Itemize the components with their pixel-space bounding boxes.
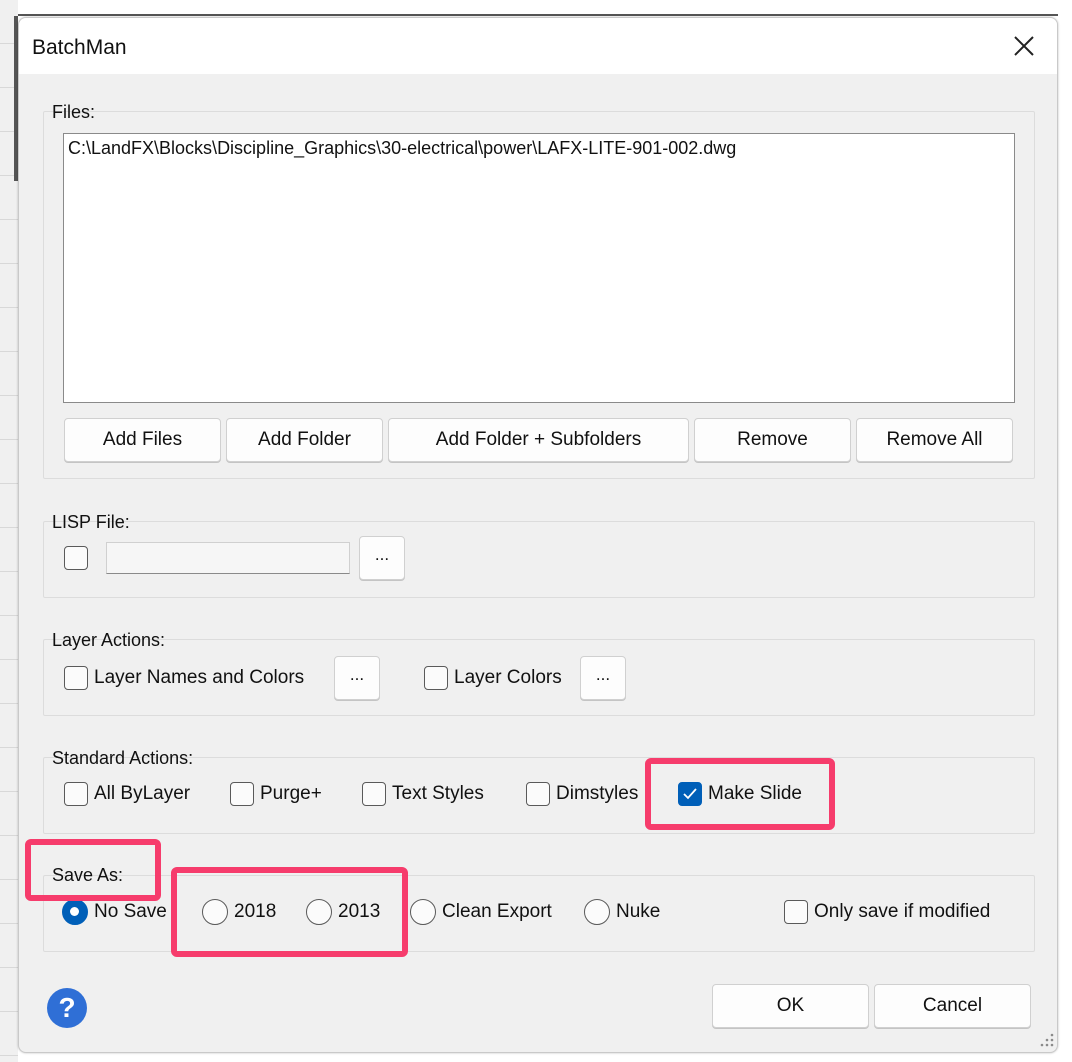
lisp-path-input[interactable] [106,542,350,574]
clean-export-radio[interactable] [410,899,436,925]
layer-actions-label: Layer Actions: [52,630,166,650]
layer-names-colors-checkbox[interactable] [64,666,88,690]
add-folder-subfolders-button[interactable]: Add Folder + Subfolders [388,418,689,462]
lisp-checkbox[interactable] [64,546,88,570]
help-icon[interactable]: ? [47,988,87,1028]
title-bar: BatchMan [19,18,1057,74]
layer-colors-browse-button[interactable]: ... [580,656,626,700]
file-list-item[interactable]: C:\LandFX\Blocks\Discipline_Graphics\30-… [68,138,736,159]
only-save-if-modified-label[interactable]: Only save if modified [814,901,990,923]
no-save-label[interactable]: No Save [94,901,167,923]
clean-export-label[interactable]: Clean Export [442,901,552,923]
background-edge [18,14,1058,16]
no-save-radio[interactable] [62,899,88,925]
layer-colors-checkbox[interactable] [424,666,448,690]
add-folder-button[interactable]: Add Folder [226,418,383,462]
all-bylayer-checkbox[interactable] [64,782,88,806]
lisp-label: LISP File: [52,512,130,532]
dimstyles-label[interactable]: Dimstyles [556,783,638,805]
purge-plus-label[interactable]: Purge+ [260,783,322,805]
text-styles-checkbox[interactable] [362,782,386,806]
layer-names-colors-label[interactable]: Layer Names and Colors [94,667,304,689]
layer-colors-label[interactable]: Layer Colors [454,667,562,689]
dimstyles-checkbox[interactable] [526,782,550,806]
remove-button[interactable]: Remove [694,418,851,462]
text-styles-label[interactable]: Text Styles [392,783,484,805]
batchman-dialog: BatchMan Files: C:\LandFX\Blocks\Discipl… [18,17,1058,1053]
highlight-save-as [25,839,161,901]
only-save-if-modified-checkbox[interactable] [784,900,808,924]
remove-all-button[interactable]: Remove All [856,418,1013,462]
add-files-button[interactable]: Add Files [64,418,221,462]
nuke-label[interactable]: Nuke [616,901,660,923]
nuke-radio[interactable] [584,899,610,925]
files-label: Files: [52,102,96,122]
highlight-2018-2013 [171,867,408,957]
lisp-browse-button[interactable]: ... [359,536,405,580]
close-button[interactable] [999,24,1049,68]
highlight-make-slide [645,758,835,830]
standard-actions-label: Standard Actions: [52,748,194,768]
ok-button[interactable]: OK [712,984,869,1028]
cancel-button[interactable]: Cancel [874,984,1031,1028]
purge-plus-checkbox[interactable] [230,782,254,806]
layer-names-colors-browse-button[interactable]: ... [334,656,380,700]
all-bylayer-label[interactable]: All ByLayer [94,783,190,805]
close-icon [1014,36,1034,56]
files-listbox[interactable]: C:\LandFX\Blocks\Discipline_Graphics\30-… [63,133,1015,403]
resize-grip-icon[interactable] [1037,1030,1055,1048]
window-title: BatchMan [32,36,127,59]
